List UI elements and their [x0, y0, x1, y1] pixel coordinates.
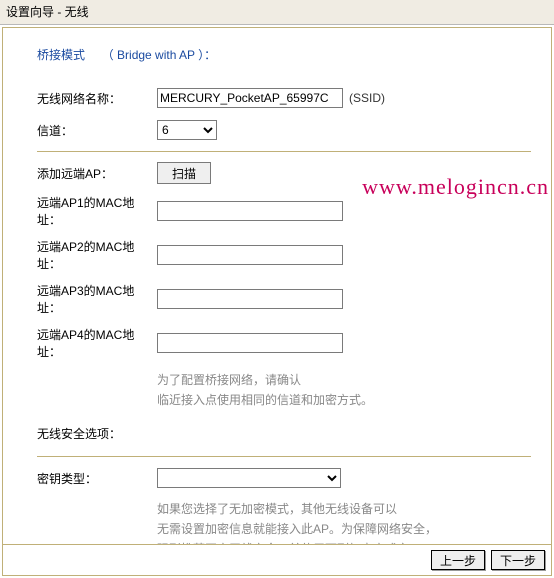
keytype-hint-line2: 无需设置加密信息就能接入此AP。为保障网络安全，: [157, 519, 531, 539]
mac3-label: 远端AP3的MAC地址：: [37, 282, 157, 316]
channel-select[interactable]: 6: [157, 120, 217, 140]
mac2-input[interactable]: [157, 245, 343, 265]
mac3-input[interactable]: [157, 289, 343, 309]
footer-bar: 上一步 下一步: [3, 544, 551, 575]
bridge-hint-line1: 为了配置桥接网络，请确认: [157, 370, 531, 390]
mac1-input[interactable]: [157, 201, 343, 221]
bridge-hint-line2: 临近接入点使用相同的信道和加密方式。: [157, 390, 531, 410]
row-mac1: 远端AP1的MAC地址：: [37, 194, 531, 228]
scan-button[interactable]: 扫描: [157, 162, 211, 184]
mac1-label: 远端AP1的MAC地址：: [37, 194, 157, 228]
ssid-label: 无线网络名称：: [37, 90, 157, 107]
row-add-ap: 添加远端AP： 扫描: [37, 162, 531, 184]
channel-label: 信道：: [37, 122, 157, 139]
row-security: 无线安全选项：: [37, 422, 531, 444]
bridge-mode-en: （ Bridge with AP ）：: [102, 48, 217, 62]
form-content: 桥接模式 （ Bridge with AP ）： 无线网络名称： (SSID) …: [3, 28, 551, 575]
window-titlebar: 设置向导 - 无线: [0, 0, 554, 25]
bridge-mode-label: 桥接模式: [37, 48, 85, 62]
window-title: 设置向导 - 无线: [6, 5, 89, 19]
mac4-label: 远端AP4的MAC地址：: [37, 326, 157, 360]
row-mac2: 远端AP2的MAC地址：: [37, 238, 531, 272]
row-ssid: 无线网络名称： (SSID): [37, 87, 531, 109]
row-channel: 信道： 6: [37, 119, 531, 141]
prev-button[interactable]: 上一步: [431, 550, 485, 570]
main-panel: www.melogincn.cn 桥接模式 （ Bridge with AP ）…: [2, 27, 552, 576]
keytype-label: 密钥类型：: [37, 470, 157, 487]
add-ap-label: 添加远端AP：: [37, 165, 157, 182]
next-button[interactable]: 下一步: [491, 550, 545, 570]
ssid-suffix: (SSID): [349, 91, 385, 105]
bridge-mode-heading: 桥接模式 （ Bridge with AP ）：: [37, 46, 531, 63]
security-label: 无线安全选项：: [37, 425, 157, 442]
row-mac3: 远端AP3的MAC地址：: [37, 282, 531, 316]
separator-2: [37, 456, 531, 457]
keytype-hint-line1: 如果您选择了无加密模式，其他无线设备可以: [157, 499, 531, 519]
row-keytype: 密钥类型：: [37, 467, 531, 489]
bridge-hint: 为了配置桥接网络，请确认 临近接入点使用相同的信道和加密方式。: [157, 370, 531, 410]
separator-1: [37, 151, 531, 152]
mac4-input[interactable]: [157, 333, 343, 353]
keytype-select[interactable]: [157, 468, 341, 488]
mac2-label: 远端AP2的MAC地址：: [37, 238, 157, 272]
ssid-input[interactable]: [157, 88, 343, 108]
row-mac4: 远端AP4的MAC地址：: [37, 326, 531, 360]
